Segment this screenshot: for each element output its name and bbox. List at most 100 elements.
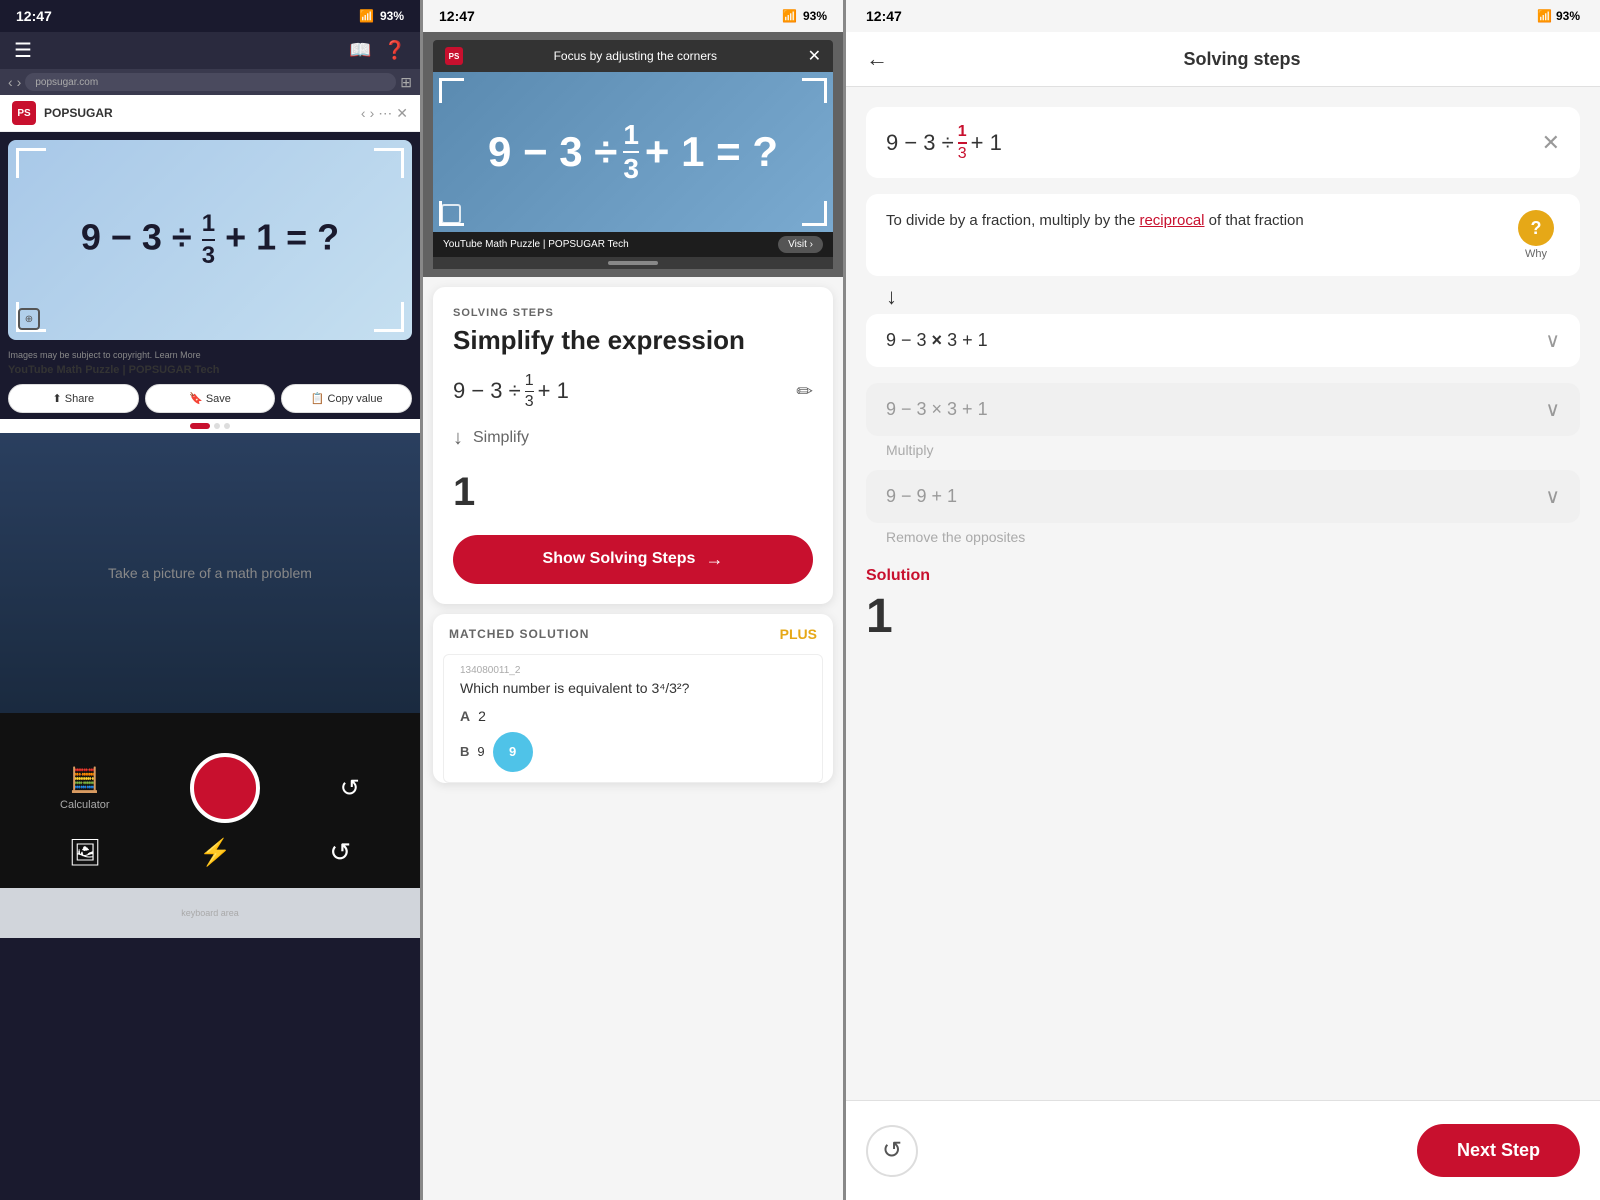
dot-inactive-2: [224, 423, 230, 429]
math-capture-area: 9 − 3 ÷ 13 + 1 = ? ⊕: [8, 140, 412, 340]
edit-icon[interactable]: ✏: [796, 379, 813, 404]
option-b-label: B: [460, 744, 469, 759]
option-a-label: A: [460, 708, 470, 724]
gallery-icon[interactable]: 🖼: [69, 837, 102, 868]
copy-button[interactable]: 📋 Copy value: [281, 384, 412, 413]
spacer: [866, 371, 1580, 383]
option-circle: 9: [493, 732, 533, 772]
fraction-inline: 13: [525, 372, 534, 411]
option-a-row: A 2: [460, 704, 806, 728]
replay-button[interactable]: ↺: [866, 1125, 918, 1177]
why-circle[interactable]: ?: [1518, 210, 1554, 246]
tabs-icon[interactable]: ⊞: [400, 74, 412, 91]
save-button[interactable]: 🔖 Save: [145, 384, 276, 413]
show-solving-steps-button[interactable]: Show Solving Steps →: [453, 535, 813, 584]
matched-label: MATCHED SOLUTION: [449, 627, 589, 641]
simplify-row: ↓ Simplify: [453, 427, 813, 450]
panel-steps-detail: 12:47 📶 93% ← Solving steps 9 − 3 ÷ 13 +…: [846, 0, 1600, 1200]
battery-right: 93%: [1556, 9, 1580, 23]
equation-display: 9 − 3 ÷ 13 + 1 ✕: [866, 107, 1580, 178]
next-step-button[interactable]: Next Step: [1417, 1124, 1580, 1177]
bottom-bar: ↺ Next Step: [846, 1100, 1600, 1200]
nav-next[interactable]: ›: [370, 105, 375, 122]
nav-more[interactable]: ⋯: [378, 105, 392, 122]
fraction-left: 13: [202, 210, 215, 270]
step3-row: 9 − 3 × 3 + 1 ∨: [866, 383, 1580, 436]
flash-icon[interactable]: ⚡: [199, 837, 231, 868]
url-bar[interactable]: popsugar.com: [25, 73, 396, 91]
status-bar-left: 12:47 📶 93%: [0, 0, 420, 32]
focus-bar: PS Focus by adjusting the corners ✕: [433, 40, 833, 72]
calculator-label: Calculator: [60, 799, 110, 811]
bracket-tr: [374, 148, 404, 178]
share-icon: ⬆: [53, 393, 62, 405]
expression-row: 9 − 3 ÷ 13 + 1 ✏: [453, 372, 813, 411]
dismiss-button[interactable]: ✕: [1542, 130, 1560, 156]
step-down-arrow: ↓: [866, 280, 1580, 314]
math-capture-box: 9 − 3 ÷ 13 + 1 = ?: [433, 72, 833, 232]
browser-back[interactable]: ‹: [8, 74, 13, 90]
desktop-prompt: Take a picture of a math problem: [108, 565, 312, 581]
dot-inactive: [214, 423, 220, 429]
book-icon[interactable]: 📖: [349, 40, 371, 61]
option-b-row: B 9 9: [460, 732, 806, 772]
option-a-value: 2: [478, 708, 486, 724]
matched-image-id: 134080011_2: [460, 665, 806, 676]
step3-chevron[interactable]: ∨: [1545, 397, 1560, 422]
camera-icon-row: 🧮 Calculator ↺: [20, 753, 400, 823]
solving-label: SOLVING STEPS: [453, 307, 813, 319]
close-overlay-button[interactable]: ✕: [808, 46, 821, 66]
step4-chevron[interactable]: ∨: [1545, 484, 1560, 509]
time-middle: 12:47: [439, 8, 475, 24]
calculator-item[interactable]: 🧮 Calculator: [60, 766, 110, 811]
right-page-title: Solving steps: [904, 49, 1580, 70]
calculator-icon: 🧮: [70, 766, 100, 795]
matched-header: MATCHED SOLUTION PLUS: [433, 614, 833, 654]
plus-badge: PLUS: [780, 626, 817, 642]
why-badge: ? Why: [1512, 210, 1560, 260]
help-icon[interactable]: ❓: [384, 40, 406, 61]
battery-left: 93%: [380, 9, 404, 23]
right-header: ← Solving steps: [846, 32, 1600, 87]
why-label: Why: [1525, 248, 1547, 260]
undo-icon: ↺: [340, 774, 360, 803]
video-title-left: YouTube Math Puzzle | POPSUGAR Tech: [0, 362, 420, 378]
scan-icon-capture: [441, 204, 461, 224]
eq-math-top: 9 − 3 ÷ 13 + 1: [886, 123, 1002, 162]
back-button[interactable]: ←: [866, 46, 888, 72]
show-steps-label: Show Solving Steps: [543, 550, 696, 568]
panel-camera: 12:47 📶 93% ☰ 📖 ❓ ‹ › popsugar.com ⊞ PS …: [0, 0, 420, 1200]
expr-math: 9 − 3 ÷ 13 + 1: [453, 372, 569, 411]
option-b-value: 9: [477, 744, 484, 759]
time-left: 12:47: [16, 8, 52, 24]
simplify-arrow-icon: ↓: [453, 427, 463, 450]
bracket-br: [374, 302, 404, 332]
capture-tr: [802, 78, 827, 103]
hamburger-icon[interactable]: ☰: [14, 38, 32, 63]
undo-item[interactable]: ↺: [340, 774, 360, 803]
browser-forward[interactable]: ›: [17, 74, 22, 90]
video-title: YouTube Math Puzzle | POPSUGAR Tech: [443, 239, 629, 250]
battery-mid: 93%: [803, 9, 827, 23]
nav-close[interactable]: ✕: [396, 105, 408, 122]
shutter-button[interactable]: [190, 753, 260, 823]
reset-icon[interactable]: ↺: [329, 837, 351, 868]
focus-text: Focus by adjusting the corners: [554, 49, 717, 63]
arrow-right-icon: →: [705, 549, 723, 570]
image-credit: Images may be subject to copyright. Lear…: [0, 348, 420, 362]
visit-button[interactable]: Visit ›: [778, 236, 823, 253]
dot-active: [190, 423, 210, 429]
nav-prev[interactable]: ‹: [361, 105, 366, 122]
step2-math: 9 − 3 × 3 + 1: [886, 330, 988, 351]
circle-value: 9: [509, 744, 516, 759]
matched-question: Which number is equivalent to 3⁴/3²?: [460, 680, 806, 696]
share-button[interactable]: ⬆ Share: [8, 384, 139, 413]
step4-row: 9 − 9 + 1 ∨: [866, 470, 1580, 523]
copy-icon: 📋: [311, 393, 325, 405]
bookmark-icon: 🔖: [189, 393, 203, 405]
step4-label: Remove the opposites: [866, 527, 1580, 557]
solution-heading: Solution: [866, 567, 1580, 589]
chevron-down-icon[interactable]: ∨: [1545, 328, 1560, 353]
reciprocal-link[interactable]: reciprocal: [1139, 212, 1204, 229]
time-right: 12:47: [866, 8, 902, 24]
